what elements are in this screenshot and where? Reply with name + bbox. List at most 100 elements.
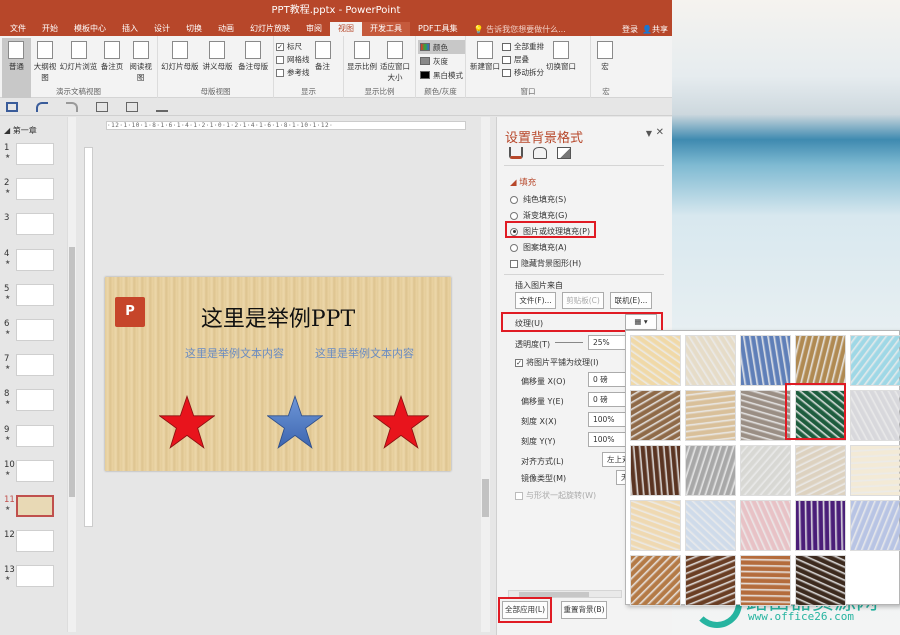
red-star-left[interactable] xyxy=(159,395,215,449)
slide-thumbnail[interactable]: 12 xyxy=(0,530,68,558)
tab-2[interactable]: 模板中心 xyxy=(66,22,114,36)
pentagon-icon[interactable] xyxy=(533,147,547,159)
apply-to-all-button[interactable]: 全部应用(L) xyxy=(502,601,548,619)
texture-swatch[interactable] xyxy=(685,445,736,496)
save-icon[interactable] xyxy=(6,101,18,112)
fill-section-header[interactable]: ◢ 填充 xyxy=(510,176,536,188)
tab-9[interactable]: 视图 xyxy=(330,22,362,36)
blue-star-center[interactable] xyxy=(267,395,323,449)
transparency-slider[interactable] xyxy=(555,342,583,343)
texture-swatch[interactable] xyxy=(795,390,846,441)
picture-icon[interactable] xyxy=(557,147,571,159)
tab-7[interactable]: 幻灯片放映 xyxy=(242,22,298,36)
scroll-knob[interactable] xyxy=(69,247,75,497)
current-slide[interactable]: P 这里是举例PPT 这里是举例文本内容 这里是举例文本内容 xyxy=(105,277,451,471)
texture-swatch[interactable] xyxy=(630,390,681,441)
pane-scroll-knob[interactable] xyxy=(519,592,589,597)
tab-6[interactable]: 动画 xyxy=(210,22,242,36)
cascade-button[interactable]: 层叠 xyxy=(502,53,544,66)
texture-dropdown[interactable]: ▦ ▾ xyxy=(625,314,657,330)
pattern-fill-radio[interactable]: 图案填充(A) xyxy=(510,242,567,253)
slide-thumbnail[interactable]: 2 ★ xyxy=(0,178,68,206)
rotate-with-shape-check[interactable]: 与形状一起旋转(W) xyxy=(515,490,596,501)
slide-thumbnail[interactable]: 9 ★ xyxy=(0,424,68,453)
guides-check[interactable]: 参考线 xyxy=(276,66,310,79)
texture-swatch[interactable] xyxy=(740,500,791,551)
touch-icon[interactable] xyxy=(126,101,138,112)
slide-subtitle-right[interactable]: 这里是举例文本内容 xyxy=(315,345,414,361)
texture-swatch[interactable] xyxy=(685,390,736,441)
texture-swatch[interactable] xyxy=(685,335,736,386)
texture-swatch[interactable] xyxy=(850,335,900,386)
pane-horizontal-scrollbar[interactable] xyxy=(508,590,622,598)
slide-thumbnail[interactable]: 7 ★ xyxy=(0,354,68,382)
tab-8[interactable]: 审阅 xyxy=(298,22,330,36)
canvas-scroll-knob[interactable] xyxy=(482,479,489,517)
picture-texture-fill-radio[interactable]: 图片或纹理填充(P) xyxy=(510,226,590,237)
arrange-all-button[interactable]: 全部重排 xyxy=(502,40,544,53)
slide-thumbnail[interactable]: 11 ★ xyxy=(0,495,68,523)
slide-thumbnail[interactable]: 10 ★ xyxy=(0,459,68,488)
texture-swatch[interactable] xyxy=(850,390,900,441)
texture-swatch[interactable] xyxy=(630,500,681,551)
gridlines-check[interactable]: 网格线 xyxy=(276,53,310,66)
grayscale-button[interactable]: 灰度 xyxy=(418,54,465,68)
texture-swatch[interactable] xyxy=(850,500,900,551)
texture-swatch[interactable] xyxy=(740,335,791,386)
texture-swatch[interactable] xyxy=(795,335,846,386)
slide-thumbnail[interactable]: 8 ★ xyxy=(0,389,68,417)
login-link[interactable]: 登录 xyxy=(622,24,638,35)
texture-swatch[interactable] xyxy=(795,445,846,496)
undo-icon[interactable] xyxy=(36,101,48,112)
close-icon[interactable]: ✕ xyxy=(656,127,664,138)
thumbnail-scrollbar[interactable] xyxy=(67,117,76,632)
tell-me-box[interactable]: 💡 告诉我您想要做什么... xyxy=(474,24,566,35)
tab-1[interactable]: 开始 xyxy=(34,22,66,36)
hide-background-check[interactable]: 隐藏背景图形(H) xyxy=(510,258,581,269)
pane-options-icon[interactable]: ▼ xyxy=(646,129,652,138)
texture-swatch[interactable] xyxy=(630,335,681,386)
texture-swatch[interactable] xyxy=(685,500,736,551)
slide-thumbnail[interactable]: 5 ★ xyxy=(0,283,68,312)
transparency-input[interactable]: 25% xyxy=(588,335,628,350)
color-mode-button[interactable]: 颜色 xyxy=(418,40,465,54)
texture-swatch[interactable] xyxy=(630,555,681,606)
slide-thumbnail[interactable]: 4 ★ xyxy=(0,248,68,277)
tab-10[interactable]: 开发工具 xyxy=(362,22,410,36)
texture-swatch[interactable] xyxy=(740,390,791,441)
offset-x-input[interactable]: 0 磅 xyxy=(588,372,628,387)
move-split-button[interactable]: 移动拆分 xyxy=(502,66,544,79)
texture-swatch[interactable] xyxy=(795,500,846,551)
scale-y-input[interactable]: 100% xyxy=(588,432,628,447)
black-white-button[interactable]: 黑白模式 xyxy=(418,68,465,82)
offset-y-input[interactable]: 0 磅 xyxy=(588,392,628,407)
texture-swatch[interactable] xyxy=(630,445,681,496)
tab-3[interactable]: 插入 xyxy=(114,22,146,36)
slide-thumbnail[interactable]: 13 ★ xyxy=(0,565,68,593)
texture-swatch[interactable] xyxy=(685,555,736,606)
share-button[interactable]: 👤共享 xyxy=(642,24,668,35)
texture-swatch[interactable] xyxy=(850,445,900,496)
solid-fill-radio[interactable]: 纯色填充(S) xyxy=(510,194,566,205)
slide-thumbnail[interactable]: 1 ★ xyxy=(0,143,68,171)
texture-swatch[interactable] xyxy=(740,445,791,496)
slide-thumbnail[interactable]: 6 ★ xyxy=(0,319,68,347)
tile-texture-check[interactable]: ✓ 将图片平铺为纹理(I) xyxy=(515,357,599,368)
tab-5[interactable]: 切换 xyxy=(178,22,210,36)
texture-swatch[interactable] xyxy=(740,555,791,606)
slide-title[interactable]: 这里是举例PPT xyxy=(105,301,451,333)
gradient-fill-radio[interactable]: 渐变填充(G) xyxy=(510,210,567,221)
canvas-scrollbar[interactable] xyxy=(481,117,490,632)
file-button[interactable]: 文件(F)... xyxy=(515,292,556,309)
slide-subtitle-left[interactable]: 这里是举例文本内容 xyxy=(185,345,284,361)
red-star-right[interactable] xyxy=(373,395,429,449)
customize-icon[interactable] xyxy=(156,102,168,112)
tab-11[interactable]: PDF工具集 xyxy=(410,22,466,36)
ruler-check[interactable]: ✓ 标尺 xyxy=(276,40,310,53)
tab-4[interactable]: 设计 xyxy=(146,22,178,36)
clipboard-button[interactable]: 剪贴板(C) xyxy=(562,292,604,309)
redo-icon[interactable] xyxy=(66,101,78,112)
tab-0[interactable]: 文件 xyxy=(2,22,34,36)
slide-thumbnail[interactable]: 3 xyxy=(0,213,68,241)
present-icon[interactable] xyxy=(96,101,108,112)
